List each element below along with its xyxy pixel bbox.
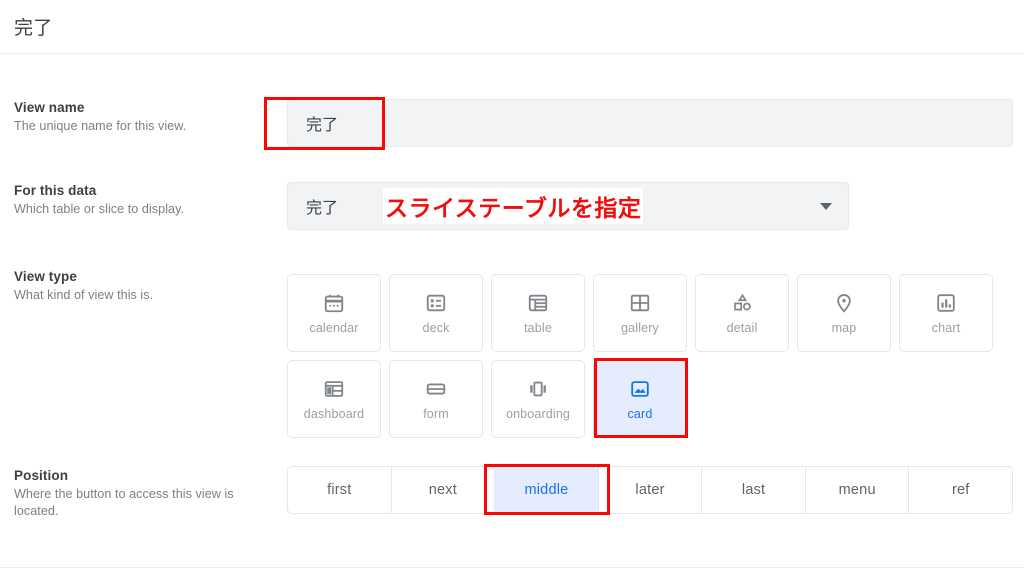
view-type-tile-label: deck — [422, 320, 450, 335]
view-type-tile-card[interactable]: card — [593, 360, 687, 438]
for-this-data-label: For this data — [14, 183, 97, 198]
header-bar: 完了 — [0, 0, 1024, 53]
view-type-tile-label: table — [524, 320, 552, 335]
position-option-middle[interactable]: middle — [495, 467, 599, 513]
view-name-input-value: 完了 — [306, 117, 339, 134]
view-type-tile-label: dashboard — [303, 406, 365, 421]
view-type-description: What kind of view this is. — [14, 288, 154, 302]
view-name-label: View name — [14, 100, 85, 115]
view-type-tile-label: chart — [931, 320, 961, 335]
view-type-tile-form[interactable]: form — [389, 360, 483, 438]
position-option-last[interactable]: last — [702, 467, 806, 513]
position-option-first[interactable]: first — [288, 467, 392, 513]
table-icon — [527, 292, 549, 314]
gallery-icon — [629, 292, 651, 314]
chart-icon — [935, 292, 957, 314]
view-type-tile-map[interactable]: map — [797, 274, 891, 352]
calendar-icon — [323, 292, 345, 314]
view-type-tile-chart[interactable]: chart — [899, 274, 993, 352]
view-type-tile-label: detail — [726, 321, 758, 335]
map-pin-icon — [833, 292, 855, 314]
view-type-tile-grid: calendar deck table gallery detail map c… — [287, 274, 993, 438]
view-type-label-group: View type What kind of view this is. — [14, 268, 272, 304]
header-divider — [0, 53, 1024, 54]
position-description: Where the button to access this view is … — [14, 487, 234, 518]
view-type-tile-gallery[interactable]: gallery — [593, 274, 687, 352]
chevron-down-icon[interactable] — [820, 203, 832, 210]
view-name-description: The unique name for this view. — [14, 119, 187, 133]
position-option-ref[interactable]: ref — [909, 467, 1012, 513]
view-type-tile-detail[interactable]: detail — [695, 274, 789, 352]
footer-divider — [0, 567, 1024, 568]
view-name-label-group: View name The unique name for this view. — [14, 99, 272, 135]
view-type-tile-label: map — [831, 320, 857, 335]
view-type-label: View type — [14, 269, 77, 284]
view-type-tile-label: onboarding — [505, 406, 571, 421]
position-label: Position — [14, 468, 69, 483]
app-root: 完了 View name The unique name for this vi… — [0, 0, 1024, 576]
view-type-tile-label: calendar — [309, 320, 359, 335]
card-image-icon — [629, 378, 651, 400]
for-this-data-value: 完了 — [306, 200, 339, 217]
detail-icon — [731, 291, 754, 314]
view-type-tile-label: card — [627, 406, 653, 421]
view-type-tile-label: gallery — [621, 320, 659, 335]
slice-table-annotation: スライステーブルを指定 — [383, 188, 644, 224]
page-title: 完了 — [14, 18, 53, 39]
for-this-data-dropdown[interactable]: 完了 スライステーブルを指定 — [287, 182, 849, 230]
view-type-tile-onboarding[interactable]: onboarding — [491, 360, 585, 438]
view-name-input[interactable]: 完了 — [287, 99, 1013, 147]
dashboard-icon — [323, 378, 345, 400]
view-type-tile-label: form — [423, 406, 449, 421]
view-type-tile-calendar[interactable]: calendar — [287, 274, 381, 352]
for-this-data-description: Which table or slice to display. — [14, 202, 185, 216]
onboarding-icon — [526, 378, 550, 400]
for-this-data-label-group: For this data Which table or slice to di… — [14, 182, 272, 218]
position-option-menu[interactable]: menu — [806, 467, 910, 513]
position-option-later[interactable]: later — [599, 467, 703, 513]
deck-icon — [425, 292, 447, 314]
form-icon — [425, 378, 447, 400]
position-label-group: Position Where the button to access this… — [14, 467, 272, 520]
view-type-tile-dashboard[interactable]: dashboard — [287, 360, 381, 438]
position-option-next[interactable]: next — [392, 467, 496, 513]
view-type-tile-deck[interactable]: deck — [389, 274, 483, 352]
view-type-tile-table[interactable]: table — [491, 274, 585, 352]
position-segmented-control: first next middle later last menu ref — [287, 466, 1013, 514]
